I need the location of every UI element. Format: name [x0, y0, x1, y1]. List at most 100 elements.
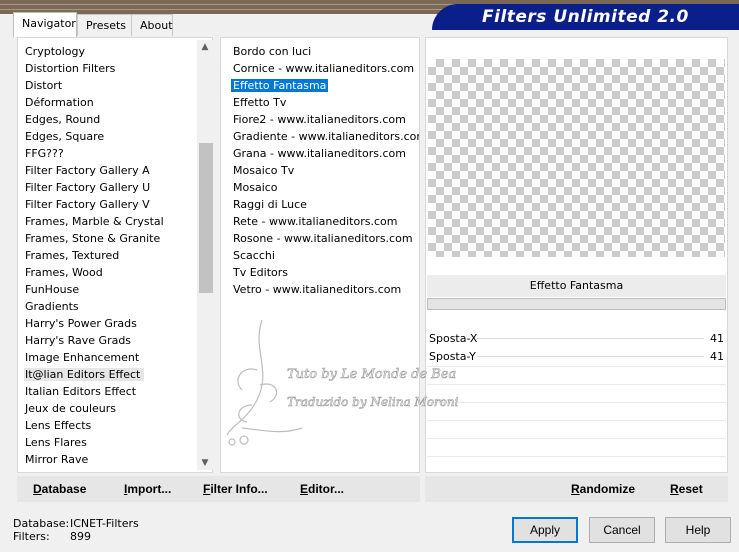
- category-label: FunHouse: [25, 283, 80, 296]
- category-item[interactable]: Frames, Textured: [18, 247, 212, 264]
- param-row-empty: [427, 402, 726, 403]
- filter-item[interactable]: Grana - www.italianeditors.com: [221, 145, 419, 162]
- param-row-sposta-x[interactable]: Sposta-X 41: [427, 330, 726, 347]
- param-row-empty: [427, 438, 726, 439]
- category-item[interactable]: Frames, Stone & Granite: [18, 230, 212, 247]
- param-value: 41: [710, 332, 724, 345]
- category-item[interactable]: Edges, Round: [18, 111, 212, 128]
- category-item[interactable]: Frames, Marble & Crystal: [18, 213, 212, 230]
- database-button[interactable]: Database: [33, 482, 86, 496]
- param-value: 41: [710, 350, 724, 363]
- filter-item[interactable]: Raggi di Luce: [221, 196, 419, 213]
- navigator-button-bar: Database Import... Filter Info... Editor…: [17, 476, 420, 502]
- category-label: Distort: [25, 79, 63, 92]
- category-item[interactable]: Gradients: [18, 298, 212, 315]
- category-label: Edges, Round: [25, 113, 101, 126]
- filter-list[interactable]: Bordo con luci Cornice - www.italianedito…: [220, 37, 420, 473]
- param-row-sposta-y[interactable]: Sposta-Y 41: [427, 348, 726, 365]
- status-filters: Filters: 899: [13, 530, 91, 543]
- category-item[interactable]: FFG???: [18, 145, 212, 162]
- status-filters-value: 899: [70, 530, 91, 543]
- category-item[interactable]: Cryptology: [18, 43, 212, 60]
- scroll-up-icon[interactable]: ▲: [197, 40, 213, 54]
- randomize-button[interactable]: Randomize: [571, 482, 635, 496]
- category-item[interactable]: Distort: [18, 77, 212, 94]
- category-item[interactable]: Déformation: [18, 94, 212, 111]
- category-label: Déformation: [25, 96, 94, 109]
- category-label: Jeux de couleurs: [25, 402, 117, 415]
- param-slider-track[interactable]: [477, 338, 704, 339]
- category-item[interactable]: Jeux de couleurs: [18, 400, 212, 417]
- category-list[interactable]: Cryptology Distortion Filters Distort Défor…: [17, 37, 213, 473]
- category-label: Filter Factory Gallery V: [25, 198, 150, 211]
- editor-button[interactable]: Editor...: [300, 482, 344, 496]
- reset-button[interactable]: Reset: [670, 482, 703, 496]
- filter-label: Tv Editors: [233, 266, 289, 279]
- category-item[interactable]: Filter Factory Gallery U: [18, 179, 212, 196]
- filter-item[interactable]: Rete - www.italianeditors.com: [221, 213, 419, 230]
- filter-item[interactable]: Mosaico: [221, 179, 419, 196]
- filter-item[interactable]: Vetro - www.italianeditors.com: [221, 281, 419, 298]
- status-filters-label: Filters:: [13, 530, 50, 543]
- filter-label: Effetto Tv: [233, 96, 287, 109]
- filter-label: Cornice - www.italianeditors.com: [233, 62, 415, 75]
- category-item[interactable]: It@lian Editors Effect: [18, 366, 212, 383]
- category-item[interactable]: Edges, Square: [18, 128, 212, 145]
- category-item[interactable]: Filter Factory Gallery V: [18, 196, 212, 213]
- import-button[interactable]: Import...: [124, 482, 171, 496]
- preview-image: [428, 59, 725, 257]
- param-slider-track[interactable]: [477, 356, 704, 357]
- filter-info-button[interactable]: Filter Info...: [203, 482, 268, 496]
- filter-item[interactable]: Effetto Fantasma: [221, 77, 419, 94]
- category-item[interactable]: Harry's Rave Grads: [18, 332, 212, 349]
- param-label: Sposta-Y: [429, 350, 476, 363]
- param-row-empty: [427, 366, 726, 367]
- category-label: Mirror Rave: [25, 453, 89, 466]
- category-item[interactable]: FunHouse: [18, 281, 212, 298]
- filter-label: Scacchi: [233, 249, 275, 262]
- filter-label: Vetro - www.italianeditors.com: [233, 283, 402, 296]
- filter-label: Grana - www.italianeditors.com: [233, 147, 406, 160]
- category-item[interactable]: Distortion Filters: [18, 60, 212, 77]
- tab-presets[interactable]: Presets: [77, 14, 132, 36]
- scroll-down-icon[interactable]: ▼: [197, 456, 213, 470]
- tab-about[interactable]: About: [131, 14, 173, 36]
- filter-item[interactable]: Tv Editors: [221, 264, 419, 281]
- filter-item[interactable]: Mosaico Tv: [221, 162, 419, 179]
- filter-item[interactable]: Bordo con luci: [221, 43, 419, 60]
- filter-item[interactable]: Effetto Tv: [221, 94, 419, 111]
- category-label: Frames, Marble & Crystal: [25, 215, 164, 228]
- filter-name-label: Effetto Fantasma: [427, 275, 726, 297]
- category-item[interactable]: Image Enhancement: [18, 349, 212, 366]
- category-label: Lens Flares: [25, 436, 87, 449]
- category-item[interactable]: Harry's Power Grads: [18, 315, 212, 332]
- filter-item[interactable]: Gradiente - www.italianeditors.com: [221, 128, 419, 145]
- category-label: Harry's Power Grads: [25, 317, 137, 330]
- filter-item[interactable]: Cornice - www.italianeditors.com: [221, 60, 419, 77]
- category-label: Filter Factory Gallery A: [25, 164, 150, 177]
- scrollbar-thumb[interactable]: [199, 143, 213, 293]
- category-label: Italian Editors Effect: [25, 385, 137, 398]
- category-label: It@lian Editors Effect: [24, 368, 145, 381]
- category-label: Edges, Square: [25, 130, 105, 143]
- category-label: Lens Effects: [25, 419, 92, 432]
- help-button[interactable]: Help: [665, 517, 731, 543]
- status-database: Database: ICNET-Filters: [13, 517, 139, 530]
- filter-label: Effetto Fantasma: [231, 79, 329, 92]
- filter-item[interactable]: Scacchi: [221, 247, 419, 264]
- filter-label: Gradiente - www.italianeditors.com: [233, 130, 420, 143]
- tab-navigator[interactable]: Navigator: [13, 12, 77, 37]
- category-item[interactable]: Filter Factory Gallery A: [18, 162, 212, 179]
- params-button-bar: Randomize Reset: [425, 476, 728, 502]
- category-item[interactable]: Mirror Rave: [18, 451, 212, 468]
- category-item[interactable]: Frames, Wood: [18, 264, 212, 281]
- category-item[interactable]: Lens Effects: [18, 417, 212, 434]
- filter-label: Raggi di Luce: [233, 198, 307, 211]
- filter-item[interactable]: Fiore2 - www.italianeditors.com: [221, 111, 419, 128]
- cancel-button[interactable]: Cancel: [589, 517, 655, 543]
- filter-item[interactable]: Rosone - www.italianeditors.com: [221, 230, 419, 247]
- category-item[interactable]: Italian Editors Effect: [18, 383, 212, 400]
- apply-button[interactable]: Apply: [512, 517, 578, 543]
- category-item[interactable]: Lens Flares: [18, 434, 212, 451]
- param-row-empty: [427, 456, 726, 457]
